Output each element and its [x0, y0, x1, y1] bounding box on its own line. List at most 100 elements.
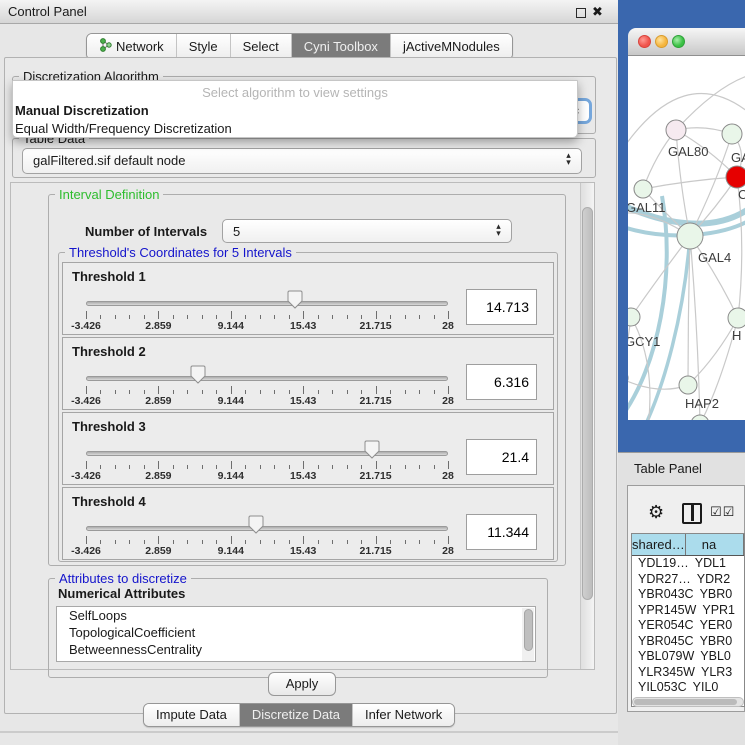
- attribute-list-item[interactable]: SelfLoops: [57, 607, 535, 624]
- threshold-value-field[interactable]: [466, 514, 537, 550]
- cell-name[interactable]: YPR1: [696, 603, 744, 619]
- control-panel-titlebar[interactable]: Control Panel ✖: [0, 0, 618, 24]
- column-header-shared-name[interactable]: shared…: [632, 534, 686, 555]
- tick-label: 9.144: [218, 470, 244, 482]
- network-canvas[interactable]: GAL80GAGAL11CGAL4GCY1HHAP2: [628, 56, 745, 420]
- slider-thumb[interactable]: [287, 290, 303, 312]
- threshold-slider[interactable]: -3.4262.8599.14415.4321.71528: [86, 435, 448, 483]
- tab-discretize-data[interactable]: Discretize Data: [239, 704, 352, 726]
- table-row[interactable]: YPR145WYPR1: [632, 603, 744, 619]
- attribute-list-item[interactable]: TopologicalCoefficient: [57, 624, 535, 641]
- table-row[interactable]: YIL053CYIL0: [632, 680, 744, 696]
- float-window-icon[interactable]: [576, 8, 586, 18]
- network-node[interactable]: [728, 308, 745, 328]
- network-edge[interactable]: [676, 74, 745, 130]
- table-row[interactable]: YBL079WYBL0: [632, 649, 744, 665]
- table-row[interactable]: YBR043CYBR0: [632, 587, 744, 603]
- apply-button[interactable]: Apply: [268, 672, 336, 696]
- table-row[interactable]: YER054CYER0: [632, 618, 744, 634]
- close-traffic-light[interactable]: [638, 35, 651, 48]
- table-row[interactable]: YLR345WYLR3: [632, 665, 744, 681]
- cell-shared-name[interactable]: YIL053C: [632, 680, 687, 696]
- network-node[interactable]: [666, 120, 686, 140]
- tick-label: 15.43: [290, 545, 316, 557]
- column-header-name[interactable]: na: [686, 534, 744, 555]
- cell-shared-name[interactable]: YER054C: [632, 618, 694, 634]
- threshold-slider[interactable]: -3.4262.8599.14415.4321.71528: [86, 285, 448, 333]
- gear-icon[interactable]: ⚙: [648, 502, 664, 523]
- tab-style[interactable]: Style: [176, 34, 230, 59]
- cell-shared-name[interactable]: YBR043C: [632, 587, 694, 603]
- dropdown-option-manual-discretization[interactable]: Manual Discretization: [13, 102, 577, 120]
- cell-shared-name[interactable]: YDR27…: [632, 572, 691, 588]
- threshold-panel: Threshold 2-3.4262.8599.14415.4321.71528: [62, 337, 554, 410]
- checkbox-icons[interactable]: ☑☑: [710, 504, 735, 520]
- table-row[interactable]: YDL19…YDL1: [632, 556, 744, 572]
- scrollbar-thumb[interactable]: [582, 207, 593, 600]
- network-edge[interactable]: [688, 318, 738, 385]
- tab-select[interactable]: Select: [230, 34, 291, 59]
- cell-name[interactable]: YLR3: [695, 665, 744, 681]
- tick-label: 9.144: [218, 545, 244, 557]
- tab-network[interactable]: Network: [87, 34, 176, 59]
- minimize-traffic-light[interactable]: [655, 35, 668, 48]
- list-scrollbar[interactable]: [522, 608, 534, 662]
- threshold-slider[interactable]: -3.4262.8599.14415.4321.71528: [86, 360, 448, 408]
- slider-thumb[interactable]: [364, 440, 380, 462]
- scrollbar-thumb[interactable]: [634, 699, 737, 705]
- tab-cyni-toolbox[interactable]: Cyni Toolbox: [291, 34, 390, 59]
- slider-thumb[interactable]: [248, 515, 264, 537]
- network-node[interactable]: [628, 308, 640, 326]
- threshold-value-field[interactable]: [466, 364, 537, 400]
- vertical-scrollbar[interactable]: [580, 183, 594, 669]
- cell-shared-name[interactable]: YLR345W: [632, 665, 695, 681]
- number-of-intervals-combobox[interactable]: 5 ▴▾: [222, 219, 512, 243]
- slider-tick-labels: -3.4262.8599.14415.4321.71528: [86, 545, 448, 557]
- slider-track[interactable]: [86, 301, 448, 306]
- cell-shared-name[interactable]: YPR145W: [632, 603, 696, 619]
- threshold-value-field[interactable]: [466, 289, 537, 325]
- close-icon[interactable]: ✖: [592, 4, 603, 20]
- tab-infer-network[interactable]: Infer Network: [352, 704, 454, 726]
- cell-name[interactable]: YBR0: [694, 587, 744, 603]
- checkbox-icon[interactable]: ☑: [723, 504, 736, 519]
- cell-name[interactable]: YDR2: [691, 572, 744, 588]
- cell-name[interactable]: YER0: [694, 618, 744, 634]
- checkbox-icon[interactable]: ☑: [710, 504, 723, 519]
- slider-track[interactable]: [86, 451, 448, 456]
- cell-name[interactable]: YIL0: [687, 680, 744, 696]
- table-data-combobox[interactable]: galFiltered.sif default node ▴▾: [22, 148, 582, 174]
- cell-shared-name[interactable]: YBL079W: [632, 649, 694, 665]
- scrollbar-thumb[interactable]: [524, 609, 533, 651]
- column-layout-icon[interactable]: [682, 503, 702, 524]
- network-edge[interactable]: [690, 236, 738, 318]
- tab-impute-data[interactable]: Impute Data: [144, 704, 239, 726]
- zoom-traffic-light[interactable]: [672, 35, 685, 48]
- network-node[interactable]: [726, 166, 745, 188]
- network-edge[interactable]: [643, 177, 737, 189]
- horizontal-scrollbar[interactable]: [632, 697, 744, 707]
- slider-track[interactable]: [86, 526, 448, 531]
- cell-name[interactable]: YBR0: [694, 634, 744, 650]
- cell-shared-name[interactable]: YDL19…: [632, 556, 689, 572]
- slider-track[interactable]: [86, 376, 448, 381]
- network-node[interactable]: [722, 124, 742, 144]
- slider-thumb[interactable]: [190, 365, 206, 387]
- attribute-list-item[interactable]: BetweennessCentrality: [57, 641, 535, 658]
- network-node[interactable]: [677, 223, 703, 249]
- network-node[interactable]: [691, 415, 709, 420]
- cell-shared-name[interactable]: YBR045C: [632, 634, 694, 650]
- cell-name[interactable]: YBL0: [694, 649, 744, 665]
- network-window-titlebar[interactable]: [628, 28, 745, 56]
- threshold-value-field[interactable]: [466, 439, 537, 475]
- tab-jactivemnodules[interactable]: jActiveMNodules: [390, 34, 512, 59]
- network-node[interactable]: [634, 180, 652, 198]
- cell-name[interactable]: YDL1: [689, 556, 744, 572]
- tab-label: Impute Data: [156, 707, 227, 722]
- table-row[interactable]: YBR045CYBR0: [632, 634, 744, 650]
- threshold-slider[interactable]: -3.4262.8599.14415.4321.71528: [86, 510, 448, 558]
- table-row[interactable]: YDR27…YDR2: [632, 572, 744, 588]
- dropdown-option-equal-width-frequency[interactable]: Equal Width/Frequency Discretization: [13, 120, 577, 138]
- numerical-attributes-list[interactable]: SelfLoopsTopologicalCoefficientBetweenne…: [56, 606, 536, 662]
- network-node[interactable]: [679, 376, 697, 394]
